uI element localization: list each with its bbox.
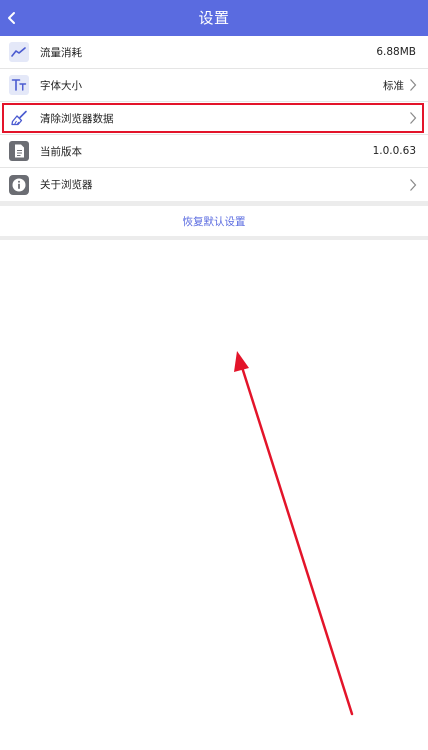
settings-item-version: 当前版本 1.0.0.63	[0, 135, 428, 168]
settings-item-font-size[interactable]: 字体大小 标准	[0, 69, 428, 102]
broom-icon	[9, 108, 29, 128]
traffic-chart-icon	[9, 42, 29, 62]
settings-item-label: 字体大小	[40, 79, 82, 92]
document-icon	[9, 141, 29, 161]
chevron-right-icon	[408, 78, 418, 92]
font-size-icon	[9, 75, 29, 95]
settings-item-about[interactable]: 关于浏览器	[0, 168, 428, 201]
reset-defaults-row: 恢复默认设置	[0, 206, 428, 240]
chevron-right-icon	[408, 111, 418, 125]
settings-item-traffic[interactable]: 流量消耗 6.88MB	[0, 36, 428, 69]
reset-defaults-button[interactable]: 恢复默认设置	[183, 214, 246, 229]
settings-item-label: 流量消耗	[40, 46, 82, 59]
font-size-value: 标准	[383, 79, 404, 92]
settings-item-clear-data[interactable]: 清除浏览器数据	[0, 102, 428, 135]
app-header: 设置	[0, 0, 428, 36]
version-value: 1.0.0.63	[372, 145, 416, 157]
traffic-value: 6.88MB	[376, 46, 416, 58]
settings-item-label: 清除浏览器数据	[40, 112, 114, 125]
info-icon	[9, 174, 29, 195]
chevron-right-icon	[408, 178, 418, 192]
page-title: 设置	[198, 9, 230, 27]
settings-item-label: 关于浏览器	[40, 179, 93, 191]
settings-list: 流量消耗 6.88MB 字体大小 标准 清除浏览器数据 当前版本 1.0.0.6…	[0, 36, 428, 240]
settings-item-label: 当前版本	[40, 145, 82, 158]
